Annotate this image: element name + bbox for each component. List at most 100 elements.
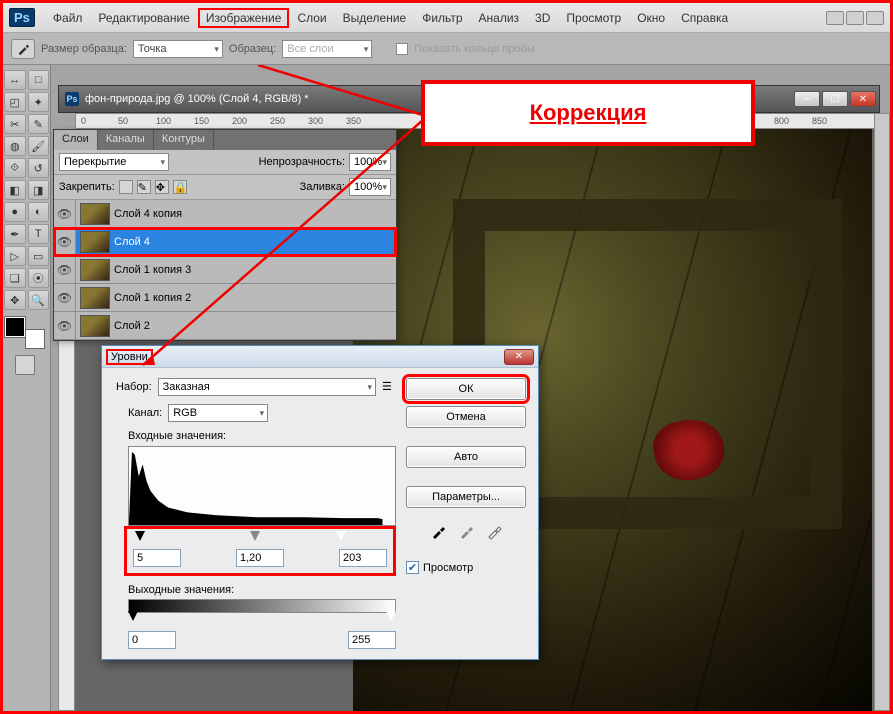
menu-window[interactable]: Окно (629, 8, 673, 28)
visibility-icon[interactable]: 👁 (54, 200, 76, 227)
lock-pixels-icon[interactable]: ✎ (137, 180, 151, 194)
pen-tool[interactable]: ✒ (4, 224, 26, 244)
menu-select[interactable]: Выделение (335, 8, 415, 28)
white-point-slider[interactable] (336, 531, 346, 541)
wand-tool[interactable]: ✦ (28, 92, 50, 112)
tab-layers[interactable]: Слои (54, 130, 98, 150)
layer-thumbnail (80, 203, 110, 225)
output-black-slider[interactable] (128, 611, 138, 621)
dialog-titlebar[interactable]: Уровни ✕ (102, 346, 538, 368)
crop-tool[interactable]: ✂ (4, 114, 26, 134)
channel-combo[interactable]: RGB (168, 404, 268, 422)
lock-all-icon[interactable]: 🔒 (173, 180, 187, 194)
heal-tool[interactable]: ◍ (4, 136, 26, 156)
preset-combo[interactable]: Заказная (158, 378, 376, 396)
tab-paths[interactable]: Контуры (154, 130, 214, 150)
menu-layers[interactable]: Слои (289, 8, 334, 28)
highlight-input[interactable] (339, 549, 387, 567)
stamp-tool[interactable]: ⟐ (4, 158, 26, 178)
output-white-slider[interactable] (386, 611, 396, 621)
history-brush-tool[interactable]: ↺ (28, 158, 50, 178)
preview-checkbox[interactable]: ✔ (406, 561, 419, 574)
gray-eyedropper-icon[interactable] (458, 524, 474, 543)
menu-analysis[interactable]: Анализ (471, 8, 528, 28)
eraser-tool[interactable]: ◧ (4, 180, 26, 200)
lock-transparency-icon[interactable] (119, 180, 133, 194)
auto-button[interactable]: Авто (406, 446, 526, 468)
sample-source-label: Образец: (229, 43, 276, 55)
menu-filter[interactable]: Фильтр (414, 8, 470, 28)
vertical-scrollbar[interactable] (874, 113, 890, 711)
visibility-icon[interactable]: 👁 (54, 284, 76, 311)
visibility-icon[interactable]: 👁 (54, 312, 76, 339)
color-swatches[interactable] (5, 317, 45, 349)
blur-tool[interactable]: ● (4, 202, 26, 222)
eyedropper-tool[interactable]: ✎ (28, 114, 50, 134)
3d-camera-tool[interactable]: ⦿ (28, 268, 50, 288)
workspace-icon[interactable] (826, 11, 844, 25)
gradient-tool[interactable]: ◨ (28, 180, 50, 200)
midtone-input[interactable] (236, 549, 284, 567)
dialog-close-button[interactable]: ✕ (504, 349, 534, 365)
show-ring-checkbox[interactable] (396, 43, 408, 55)
layer-row[interactable]: 👁 Слой 4 (54, 228, 396, 256)
layer-row[interactable]: 👁 Слой 2 (54, 312, 396, 340)
quickmask-icon[interactable] (15, 355, 35, 375)
screenmode-icon[interactable] (866, 11, 884, 25)
menu-3d[interactable]: 3D (527, 8, 558, 28)
gray-point-slider[interactable] (250, 531, 260, 541)
layer-row[interactable]: 👁 Слой 4 копия (54, 200, 396, 228)
cancel-button[interactable]: Отмена (406, 406, 526, 428)
brush-tool[interactable]: 🖌 (28, 136, 50, 156)
menu-help[interactable]: Справка (673, 8, 736, 28)
marquee-tool[interactable]: □ (28, 70, 50, 90)
move-tool[interactable]: ↔ (4, 70, 26, 90)
menu-image[interactable]: Изображение (198, 8, 290, 28)
dodge-tool[interactable]: ◐ (28, 202, 50, 222)
white-eyedropper-icon[interactable] (486, 524, 502, 543)
menu-edit[interactable]: Редактирование (90, 8, 197, 28)
preset-menu-icon[interactable]: ☰ (382, 380, 396, 394)
layer-row[interactable]: 👁 Слой 1 копия 2 (54, 284, 396, 312)
fill-field[interactable]: 100% (349, 178, 391, 196)
tab-channels[interactable]: Каналы (98, 130, 154, 150)
sample-size-combo[interactable]: Точка (133, 40, 223, 58)
visibility-icon[interactable]: 👁 (54, 256, 76, 283)
layer-thumbnail (80, 231, 110, 253)
input-sliders[interactable] (133, 533, 387, 545)
3d-tool[interactable]: ❑ (4, 268, 26, 288)
zoom-tool[interactable]: 🔍 (28, 290, 50, 310)
window-minimize-button[interactable]: ─ (794, 91, 820, 107)
output-black-input[interactable] (128, 631, 176, 649)
output-gradient[interactable] (128, 599, 396, 613)
shadow-input[interactable] (133, 549, 181, 567)
foreground-color[interactable] (5, 317, 25, 337)
background-color[interactable] (25, 329, 45, 349)
black-point-slider[interactable] (135, 531, 145, 541)
window-maximize-button[interactable]: ☐ (822, 91, 848, 107)
menu-view[interactable]: Просмотр (558, 8, 629, 28)
output-white-input[interactable] (348, 631, 396, 649)
layer-name: Слой 1 копия 3 (114, 264, 191, 276)
mb-icon[interactable] (846, 11, 864, 25)
visibility-icon[interactable]: 👁 (54, 228, 76, 255)
lasso-tool[interactable]: ◰ (4, 92, 26, 112)
layer-name: Слой 1 копия 2 (114, 292, 191, 304)
options-button[interactable]: Параметры... (406, 486, 526, 508)
window-close-button[interactable]: ✕ (850, 91, 876, 107)
shape-tool[interactable]: ▭ (28, 246, 50, 266)
opacity-field[interactable]: 100% (349, 153, 391, 171)
sample-source-combo[interactable]: Все слои (282, 40, 372, 58)
path-tool[interactable]: ▷ (4, 246, 26, 266)
layer-row[interactable]: 👁 Слой 1 копия 3 (54, 256, 396, 284)
blend-mode-combo[interactable]: Перекрытие (59, 153, 169, 171)
ok-button[interactable]: ОК (406, 378, 526, 400)
lock-position-icon[interactable]: ✥ (155, 180, 169, 194)
black-eyedropper-icon[interactable] (430, 524, 446, 543)
hand-tool[interactable]: ✥ (4, 290, 26, 310)
output-sliders[interactable] (128, 613, 396, 625)
preset-label: Набор: (116, 381, 152, 393)
eyedropper-tool-icon[interactable] (11, 39, 35, 59)
type-tool[interactable]: T (28, 224, 50, 244)
menu-file[interactable]: Файл (45, 8, 91, 28)
